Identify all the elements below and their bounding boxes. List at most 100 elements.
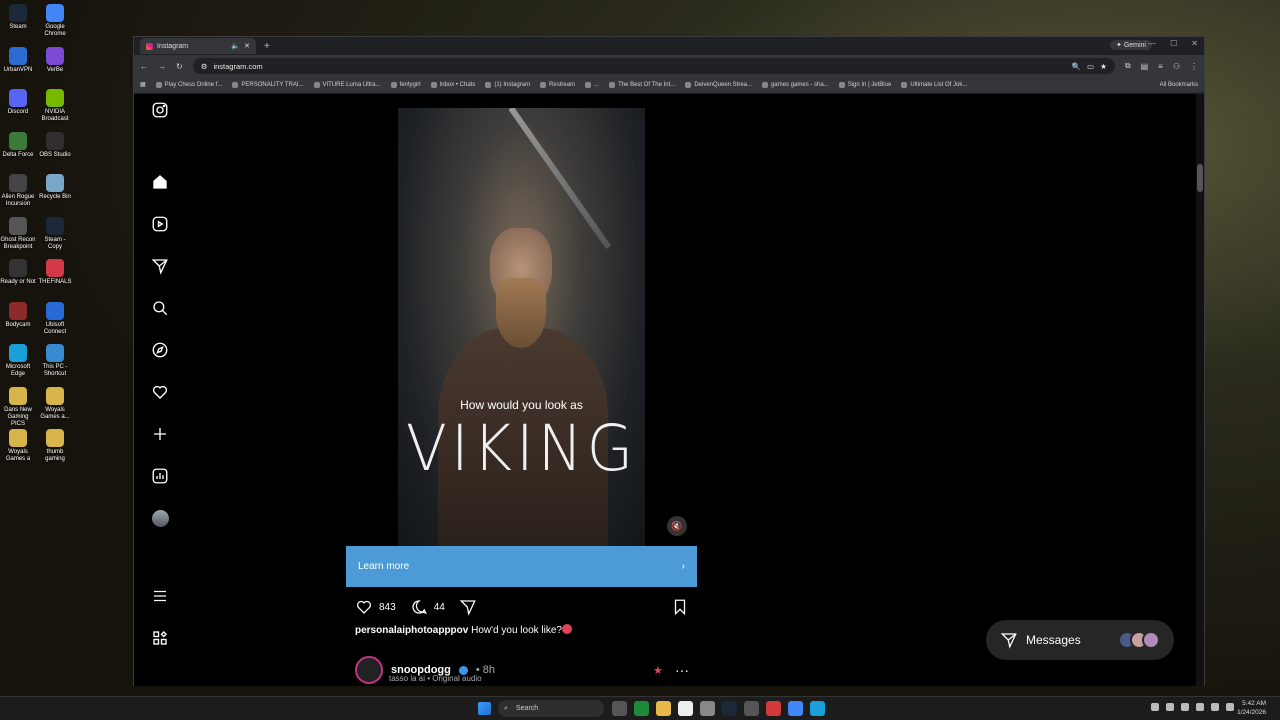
profile-nav[interactable] bbox=[150, 508, 170, 528]
nvidia-app-icon[interactable] bbox=[634, 701, 649, 716]
desktop-icon[interactable]: Steam bbox=[0, 4, 36, 31]
desktop-icon[interactable]: UrbanVPN bbox=[0, 46, 36, 74]
tab-instagram[interactable]: Instagram 🔈 ✕ bbox=[140, 38, 256, 54]
wifi-icon[interactable] bbox=[1211, 703, 1219, 711]
bookmark-item[interactable]: ... bbox=[585, 81, 599, 88]
desktop-icon[interactable]: Alien Rogue Incursion bbox=[0, 174, 36, 208]
desktop-icon[interactable]: Delta Force bbox=[0, 131, 36, 159]
mute-icon[interactable]: 🔇 bbox=[667, 516, 687, 536]
bookmark-item[interactable]: Play Chess Online f... bbox=[155, 81, 222, 88]
bookmark-item[interactable]: The Best Of The Int... bbox=[609, 81, 675, 88]
reels-icon[interactable] bbox=[150, 214, 170, 234]
profile-icon[interactable]: ⚇ bbox=[1173, 62, 1180, 71]
media-icon[interactable]: ≡ bbox=[1158, 62, 1163, 71]
tray-app-icon[interactable] bbox=[1196, 703, 1204, 711]
new-tab-button[interactable]: + bbox=[264, 41, 270, 52]
steam-icon[interactable] bbox=[722, 701, 737, 716]
volume-icon[interactable] bbox=[1226, 703, 1234, 711]
messages-nav-icon[interactable] bbox=[150, 256, 170, 276]
desktop-icon[interactable]: VerBe bbox=[37, 46, 73, 74]
desktop-icon[interactable]: Ubisoft Connect bbox=[37, 301, 73, 336]
comment-icon[interactable] bbox=[410, 598, 428, 616]
desktop-icon[interactable]: Steam - Copy bbox=[37, 216, 73, 251]
desktop-icon[interactable]: Discord bbox=[0, 89, 36, 116]
scrollbar-thumb[interactable] bbox=[1197, 164, 1203, 192]
bookmark-item[interactable]: Restream bbox=[540, 81, 575, 88]
explore-icon[interactable] bbox=[150, 340, 170, 360]
bookmark-item[interactable]: Inbox • Chats bbox=[430, 81, 475, 88]
back-icon[interactable]: ← bbox=[140, 62, 148, 71]
messages-button[interactable]: Messages bbox=[986, 620, 1174, 660]
cast-icon[interactable]: ▭ bbox=[1087, 62, 1094, 71]
desktop-icon[interactable]: Dans New Gaming PICS bbox=[0, 386, 36, 428]
create-plus-icon[interactable] bbox=[150, 424, 170, 444]
desktop-icon[interactable]: THEFINALS bbox=[37, 259, 73, 286]
more-menu-icon[interactable] bbox=[150, 586, 170, 606]
minimize-button[interactable]: — bbox=[1148, 39, 1156, 48]
desktop-icon[interactable]: Bodycam bbox=[0, 301, 36, 329]
desktop-icon[interactable]: thumb gaming bbox=[37, 429, 73, 463]
chrome-icon[interactable] bbox=[788, 701, 803, 716]
instagram-logo-icon[interactable] bbox=[150, 100, 170, 120]
all-bookmarks-button[interactable]: All Bookmarks bbox=[1160, 82, 1198, 88]
also-from-meta-icon[interactable] bbox=[150, 628, 170, 648]
reload-icon[interactable]: ↻ bbox=[176, 62, 183, 71]
home-icon[interactable] bbox=[150, 172, 170, 192]
bookmark-item[interactable]: games games - sha... bbox=[762, 81, 829, 88]
apps-grid-icon[interactable]: ▦ bbox=[140, 81, 146, 88]
bookmark-item[interactable]: PERSONALITY TRAI... bbox=[232, 81, 304, 88]
bookmark-item[interactable]: DeivenQueen Strea... bbox=[685, 81, 752, 88]
desktop-icon[interactable]: Recycle Bin bbox=[37, 174, 73, 201]
task-view-icon[interactable] bbox=[612, 701, 627, 716]
edge-icon[interactable] bbox=[810, 701, 825, 716]
like-heart-icon[interactable] bbox=[355, 598, 373, 616]
tray-app-icon[interactable] bbox=[1166, 703, 1174, 711]
desktop-icon[interactable]: Woyals Games a... bbox=[37, 386, 73, 421]
maximize-button[interactable]: ☐ bbox=[1170, 39, 1177, 48]
post-username[interactable]: personalaiphotoapppov bbox=[355, 625, 468, 636]
speaker-icon[interactable]: 🔈 bbox=[231, 42, 240, 50]
scrollbar[interactable] bbox=[1196, 94, 1204, 686]
avatar[interactable] bbox=[355, 656, 383, 684]
desktop-icon[interactable]: NVIDIA Broadcast bbox=[37, 89, 73, 123]
address-bar[interactable]: ⚙ instagram.com 🔍 ▭ ★ bbox=[192, 58, 1115, 74]
desktop-icon[interactable]: Google Chrome bbox=[37, 4, 73, 38]
calendar-icon[interactable] bbox=[678, 701, 693, 716]
sidepanel-icon[interactable]: ▤ bbox=[1141, 62, 1149, 71]
menu-icon[interactable]: ⋮ bbox=[1190, 62, 1198, 71]
gemini-button[interactable]: ✦ Gemini bbox=[1110, 40, 1152, 50]
ubisoft-icon[interactable] bbox=[766, 701, 781, 716]
windows-start-icon[interactable] bbox=[478, 702, 491, 715]
bookmark-item[interactable]: VITURE Luma Ultra... bbox=[313, 81, 381, 88]
bookmark-star-icon[interactable]: ★ bbox=[1100, 62, 1107, 71]
dashboard-icon[interactable] bbox=[150, 466, 170, 486]
extensions-icon[interactable]: ⧉ bbox=[1125, 61, 1131, 71]
forward-icon[interactable]: → bbox=[158, 62, 166, 71]
more-options-icon[interactable]: ··· bbox=[675, 662, 689, 678]
taskbar-search[interactable]: ⌕ Search bbox=[498, 700, 604, 717]
desktop-icon[interactable]: This PC - Shortcut bbox=[37, 344, 73, 378]
tray-app-icon[interactable] bbox=[1181, 703, 1189, 711]
zoom-icon[interactable]: 🔍 bbox=[1072, 62, 1081, 71]
clock[interactable]: 5:42 AM 1/24/2026 bbox=[1237, 699, 1266, 717]
post-video[interactable]: How would you look as VIKING 🔇 bbox=[346, 108, 697, 546]
notifications-heart-icon[interactable] bbox=[150, 382, 170, 402]
desktop-icon[interactable]: Ghost Recon Breakpoint bbox=[0, 216, 36, 251]
search-icon[interactable] bbox=[150, 298, 170, 318]
app-icon[interactable] bbox=[744, 701, 759, 716]
close-window-button[interactable]: ✕ bbox=[1191, 39, 1198, 48]
desktop-icon[interactable]: Woyals Games a bbox=[0, 429, 36, 463]
save-bookmark-icon[interactable] bbox=[671, 598, 689, 616]
site-info-icon[interactable]: ⚙ bbox=[201, 62, 208, 71]
bookmark-item[interactable]: (1) Instagram bbox=[485, 81, 530, 88]
desktop-icon[interactable]: Microsoft Edge bbox=[0, 344, 36, 378]
bookmark-item[interactable]: fentygirl bbox=[390, 81, 421, 88]
settings-icon[interactable] bbox=[700, 701, 715, 716]
bookmark-item[interactable]: Ultimate List Of Jok... bbox=[901, 81, 967, 88]
desktop-icon[interactable]: OBS Studio bbox=[37, 131, 73, 159]
learn-more-button[interactable]: Learn more › bbox=[346, 546, 697, 587]
audio-subtitle[interactable]: tasso la ai • Original audio bbox=[389, 674, 482, 683]
share-icon[interactable] bbox=[459, 598, 477, 616]
close-tab-icon[interactable]: ✕ bbox=[244, 42, 250, 50]
bookmark-item[interactable]: Sign In | JetBlue bbox=[838, 81, 891, 88]
